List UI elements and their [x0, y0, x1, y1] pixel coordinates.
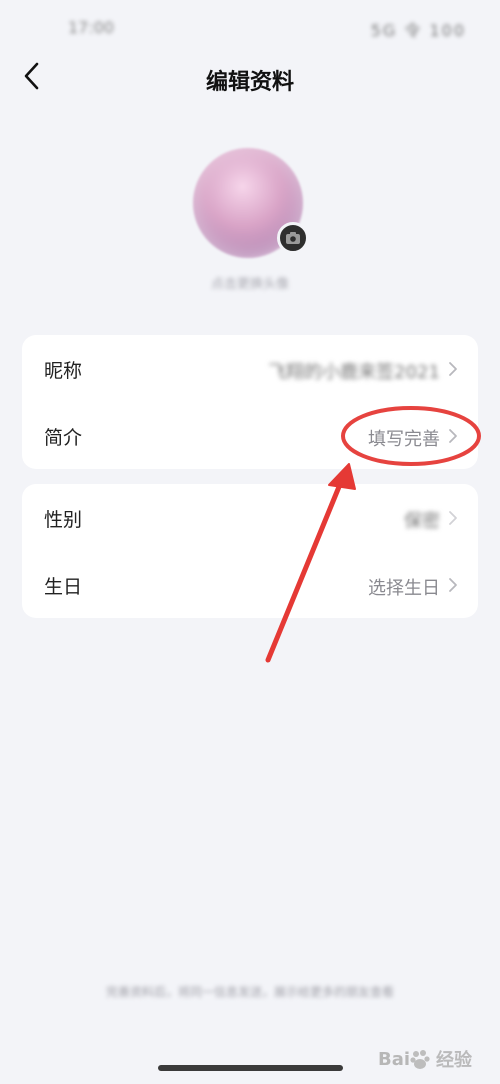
bio-label: 简介 [44, 427, 83, 449]
gender-label: 性别 [44, 509, 83, 531]
bio-row[interactable]: 简介 填写完善 [22, 402, 478, 469]
chevron-right-icon [449, 362, 457, 376]
bio-value: 填写完善 [368, 429, 440, 450]
watermark: Bai 经验 [378, 1046, 472, 1072]
watermark-text: 经验 [436, 1050, 472, 1071]
birthday-value: 选择生日 [368, 578, 440, 599]
avatar-section[interactable] [193, 148, 309, 258]
birthday-label: 生日 [44, 576, 83, 598]
page-title: 编辑资料 [205, 70, 294, 95]
birthday-row[interactable]: 生日 选择生日 [22, 551, 478, 618]
nickname-value: 飞翔的小鹿来签2021 [268, 362, 440, 383]
profile-info-card: 昵称 飞翔的小鹿来签2021 简介 填写完善 [22, 335, 478, 469]
footer-note: 完善资料后，将同一信息发送，展示给更多的朋友查看 [105, 985, 394, 999]
svg-text:Bai: Bai [378, 1049, 410, 1070]
status-bar: 17:00 5G 令 100 [0, 0, 500, 56]
edit-profile-screen: 17:00 5G 令 100 编辑资料 点击更换头像 昵称 飞翔的小鹿来签202… [0, 0, 500, 1084]
home-indicator [158, 1065, 343, 1071]
header: 编辑资料 [0, 50, 500, 102]
chevron-right-icon [449, 429, 457, 443]
nickname-label: 昵称 [44, 360, 83, 382]
change-avatar-button[interactable] [277, 222, 309, 254]
nickname-row[interactable]: 昵称 飞翔的小鹿来签2021 [22, 335, 478, 402]
avatar-caption: 点击更换头像 [210, 277, 289, 292]
chevron-right-icon [449, 511, 457, 525]
personal-info-card: 性别 保密 生日 选择生日 [22, 484, 478, 618]
gender-value: 保密 [404, 511, 440, 532]
status-time: 17:00 [68, 18, 115, 37]
gender-row[interactable]: 性别 保密 [22, 484, 478, 551]
status-icons: 5G 令 100 [370, 21, 466, 40]
baidu-paw-logo: Bai [378, 1049, 430, 1070]
camera-icon [286, 232, 300, 244]
chevron-right-icon [449, 578, 457, 592]
